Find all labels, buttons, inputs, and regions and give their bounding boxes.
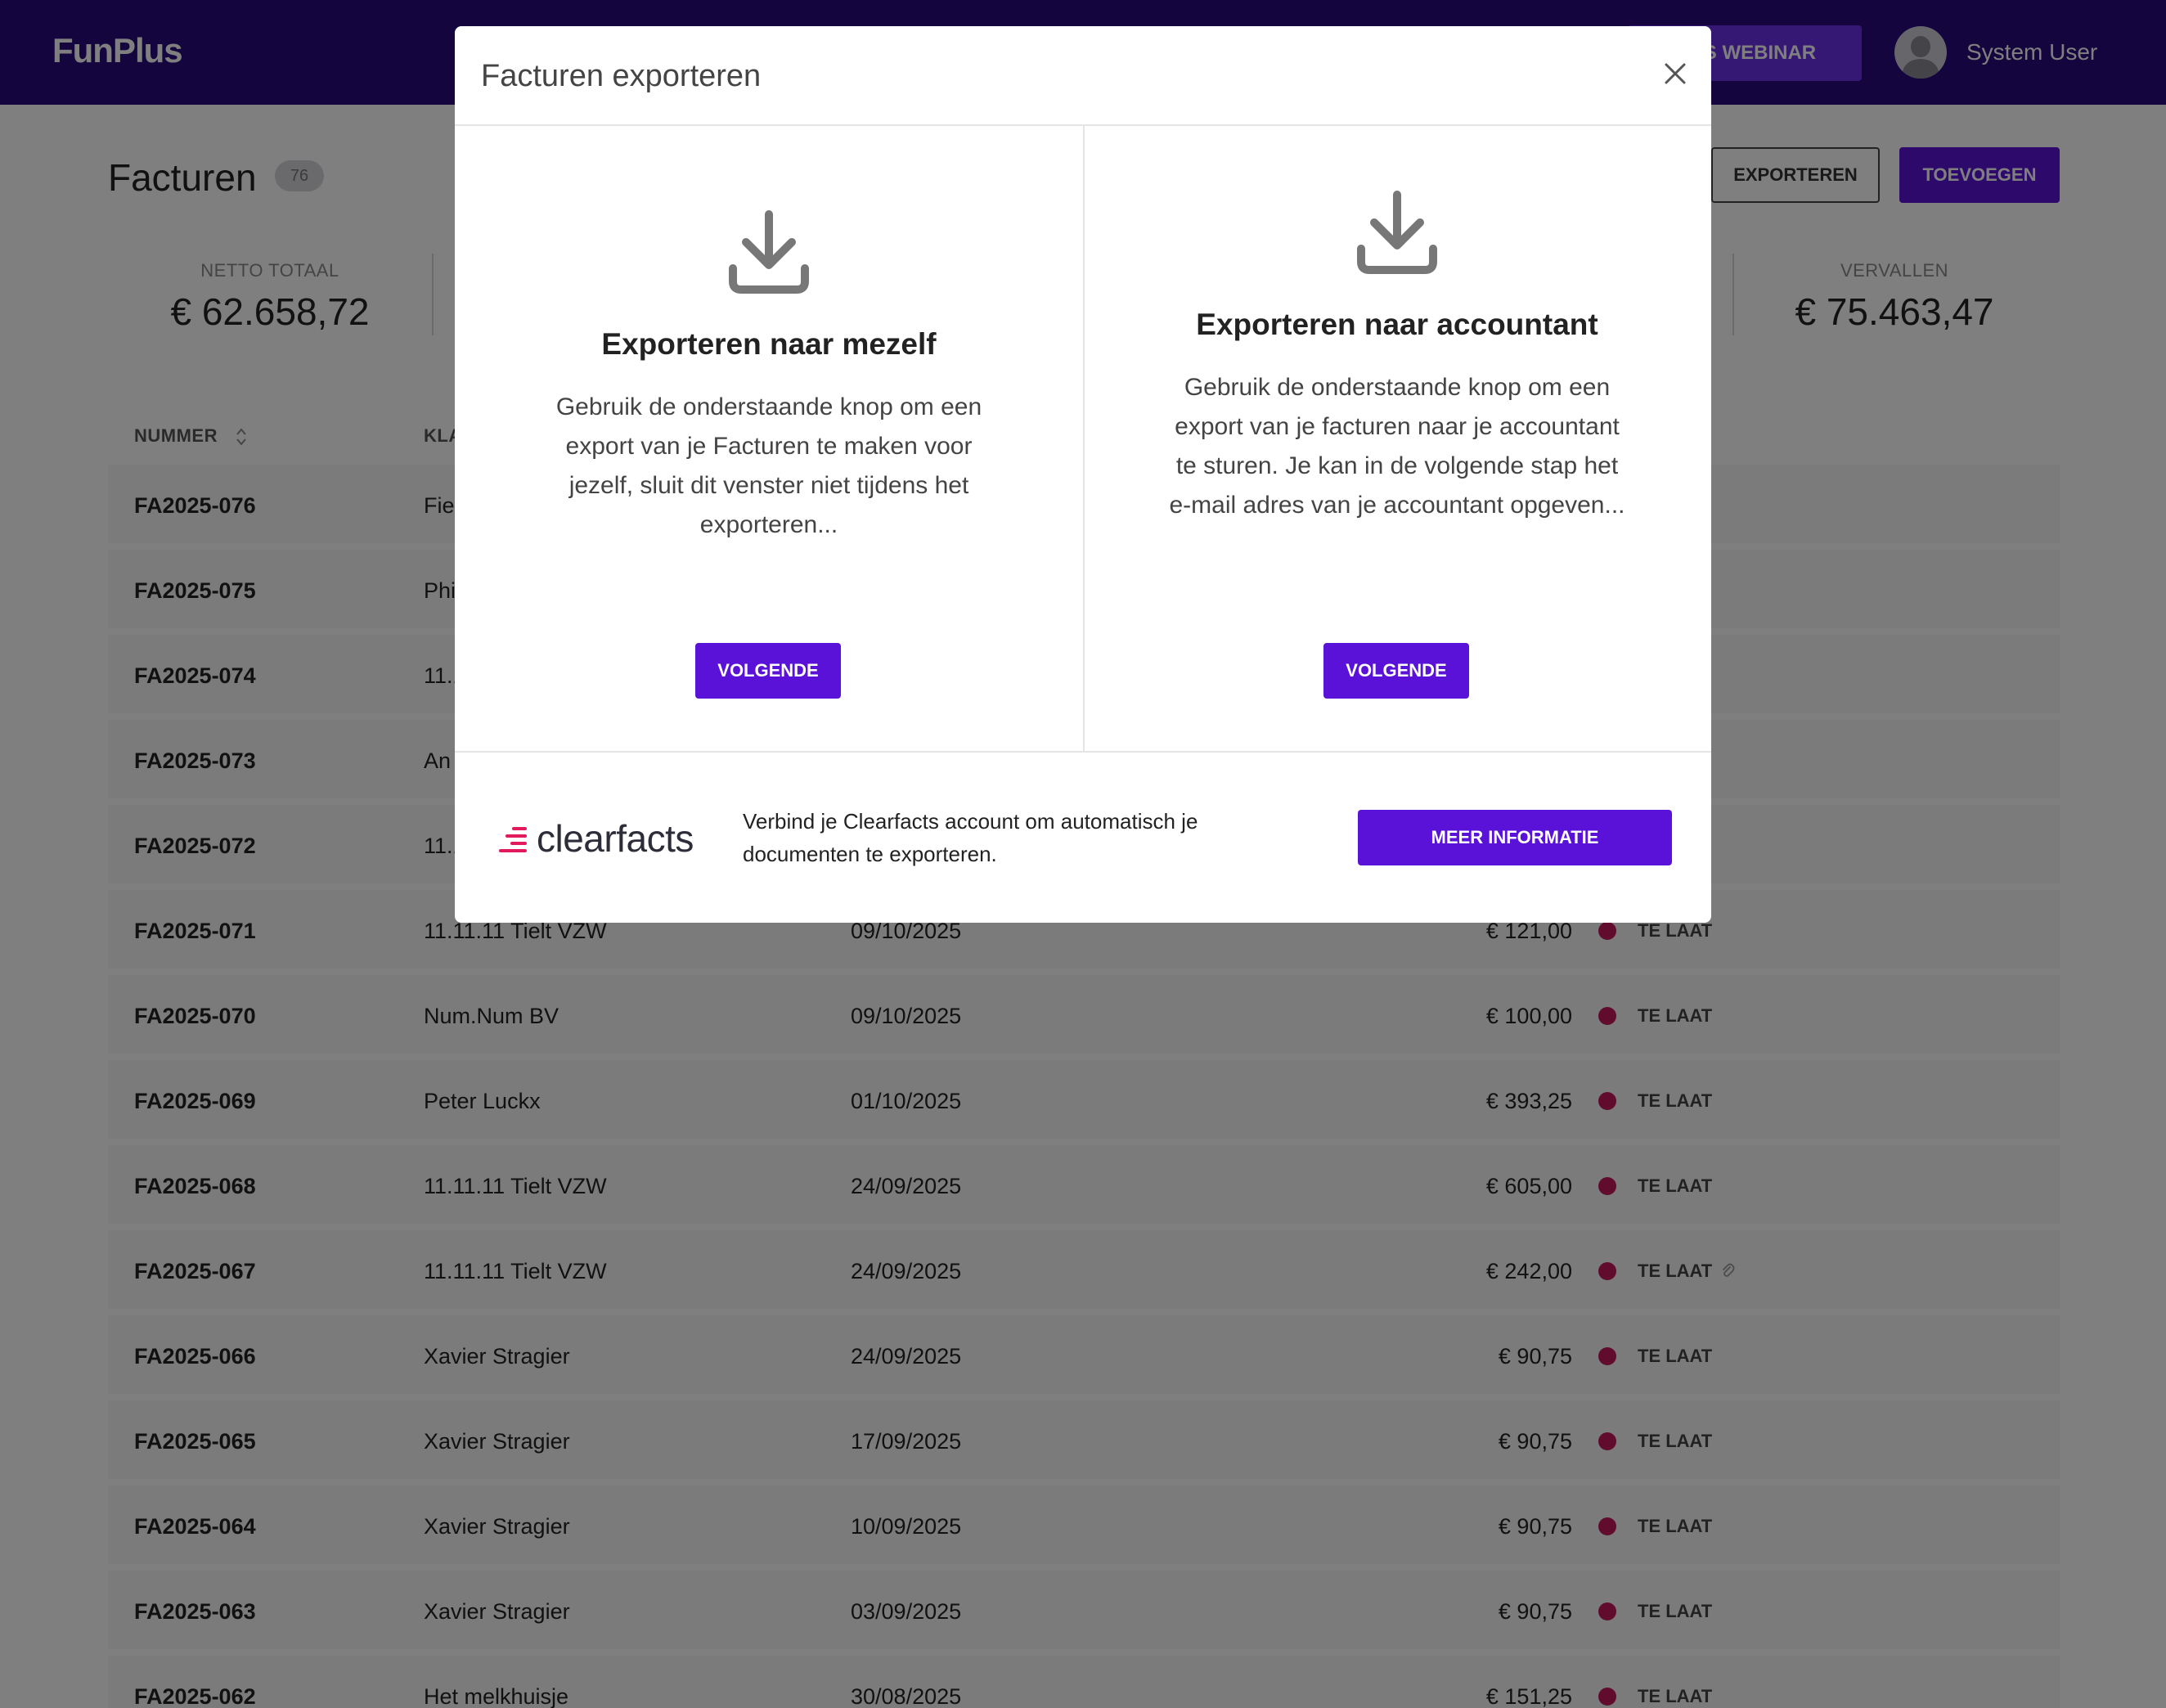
next-button-accountant[interactable]: VOLGENDE [1323,643,1469,699]
export-to-accountant-description: Gebruik de onderstaande knop om een expo… [1169,374,1625,519]
modal-footer-divider [455,751,1711,753]
export-to-self-description: Gebruik de onderstaande knop om een expo… [555,393,982,538]
export-invoices-modal: Facturen exporteren Exporteren naar meze… [455,26,1711,923]
export-to-accountant-title: Exporteren naar accountant [1196,308,1598,341]
download-icon [729,210,809,294]
export-to-self-title: Exporteren naar mezelf [601,327,937,361]
download-icon [1357,191,1437,274]
clearfacts-logo-text: clearfacts [537,817,694,860]
more-information-button[interactable]: MEER INFORMATIE [1358,810,1672,865]
clearfacts-description: Verbind je Clearfacts account om automat… [743,809,1198,866]
next-button-self[interactable]: VOLGENDE [695,643,841,699]
clearfacts-mark-icon [497,824,527,853]
export-to-accountant-option: Exporteren naar accountant Gebruik de on… [1083,26,1711,751]
clearfacts-logo: clearfacts [497,816,694,861]
export-to-self-option: Exporteren naar mezelf Gebruik de onders… [455,26,1083,751]
